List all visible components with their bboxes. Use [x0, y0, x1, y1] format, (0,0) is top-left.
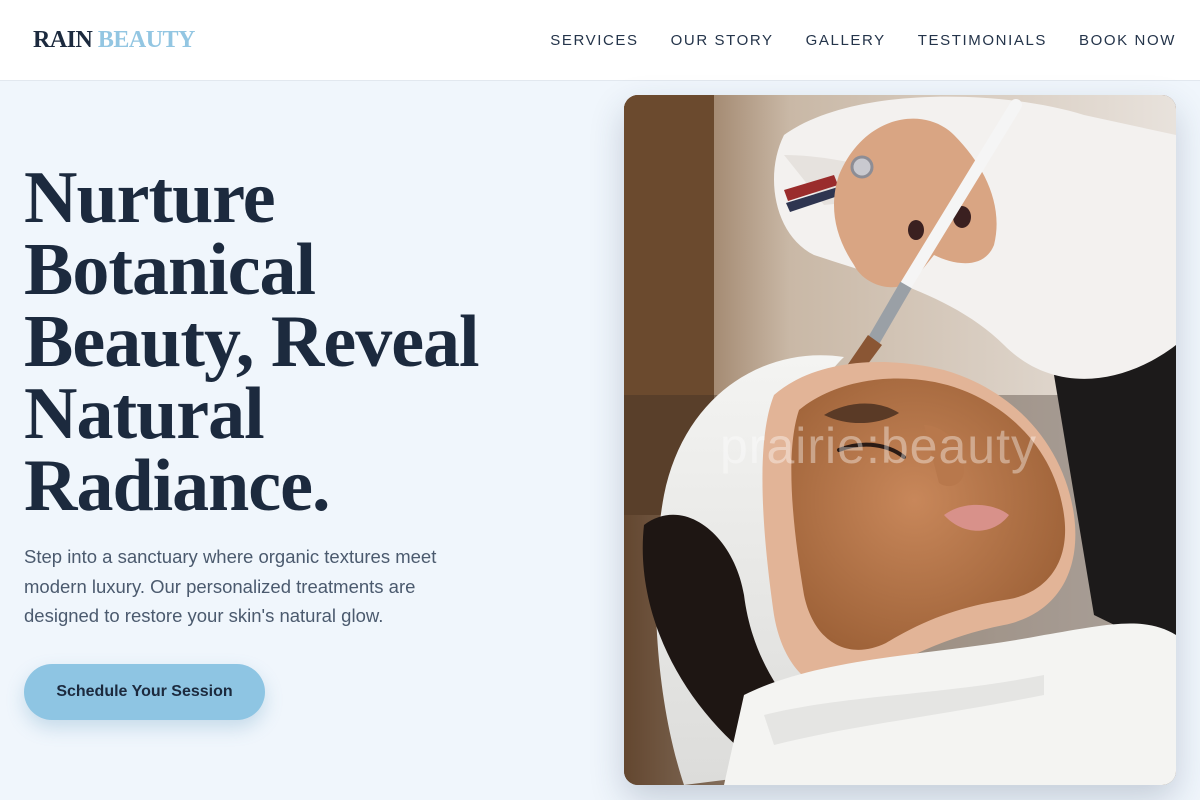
photo-watermark: prairie:beauty — [720, 418, 1037, 474]
hero-title-line: Botanical — [24, 229, 316, 311]
hero-title-line: Natural — [24, 373, 265, 455]
nav-services[interactable]: SERVICES — [550, 32, 638, 49]
site-header: RAIN BEAUTY SERVICES OUR STORY GALLERY T… — [0, 0, 1200, 81]
hero-title-line: Beauty, Reveal — [24, 301, 480, 383]
hero-photo: prairie:beauty — [624, 95, 1176, 785]
nav-testimonials[interactable]: TESTIMONIALS — [918, 32, 1047, 49]
brand-logo[interactable]: RAIN BEAUTY — [33, 27, 195, 54]
nav-book-now[interactable]: BOOK NOW — [1079, 32, 1176, 49]
schedule-session-button[interactable]: Schedule Your Session — [24, 664, 265, 720]
hero-section: Nurture Botanical Beauty, Reveal Natural… — [24, 157, 544, 631]
main-nav: SERVICES OUR STORY GALLERY TESTIMONIALS … — [550, 32, 1176, 49]
hero-subtitle: Step into a sanctuary where organic text… — [24, 546, 437, 626]
nav-gallery[interactable]: GALLERY — [806, 32, 886, 49]
logo-text-rain: RAIN — [33, 26, 93, 53]
hero-title: Nurture Botanical Beauty, Reveal Natural… — [24, 157, 544, 527]
nav-our-story[interactable]: OUR STORY — [671, 32, 774, 49]
hero-title-line: Radiance. — [24, 445, 331, 527]
logo-text-beauty: BEAUTY — [97, 26, 196, 53]
hero-title-line: Nurture — [24, 157, 276, 239]
